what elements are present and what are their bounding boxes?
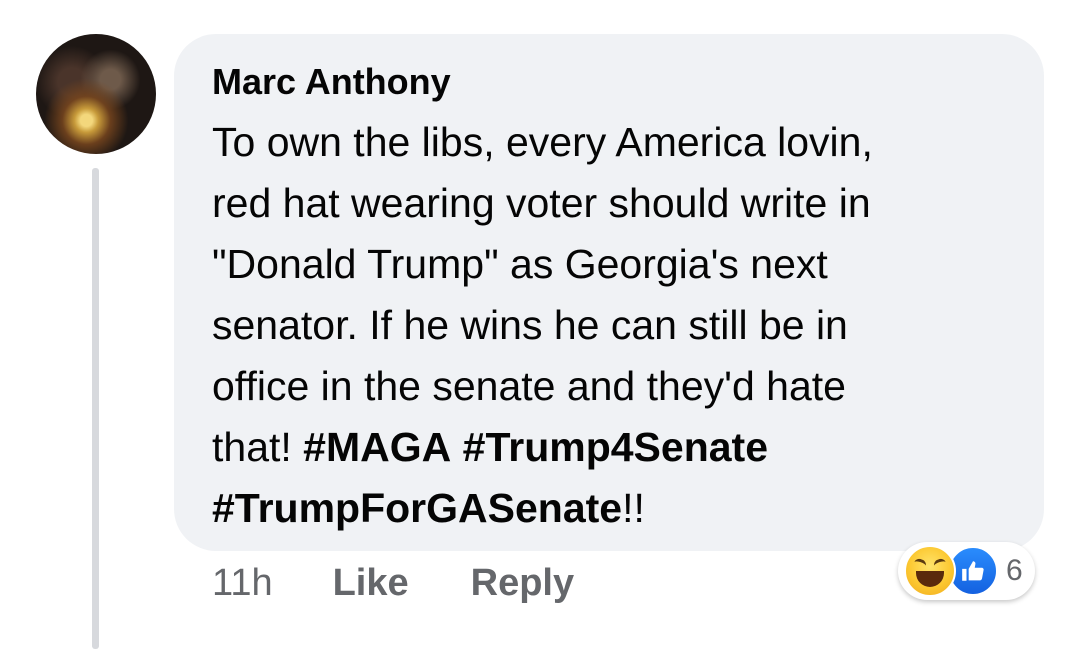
- comment-actions: 11h Like Reply: [212, 558, 574, 608]
- comment-text-line: senator. If he wins he can still be in: [212, 302, 848, 348]
- comment-text-line: #TrumpForGASenate!!: [212, 478, 1012, 539]
- thread-line: [92, 168, 99, 649]
- reaction-count: 6: [1006, 554, 1023, 587]
- comment-text-line: office in the senate and they'd hate: [212, 363, 846, 409]
- comment-author[interactable]: Marc Anthony: [212, 60, 1008, 104]
- comment-text: To own the libs, every America lovin, re…: [212, 112, 1012, 539]
- hashtag-link[interactable]: #Trump4Senate: [463, 424, 768, 470]
- reaction-summary[interactable]: 6: [898, 542, 1035, 600]
- comment-text-line: red hat wearing voter should write in: [212, 180, 871, 226]
- comment-text-line: that! #MAGA #Trump4Senate: [212, 417, 1012, 478]
- hashtag-link[interactable]: #TrumpForGASenate: [212, 485, 622, 531]
- comment-text-fragment: !!: [622, 485, 645, 531]
- reply-button[interactable]: Reply: [471, 562, 574, 605]
- timestamp[interactable]: 11h: [212, 562, 273, 605]
- avatar[interactable]: [36, 34, 156, 154]
- comment-bubble: Marc Anthony To own the libs, every Amer…: [174, 34, 1044, 551]
- haha-icon: [904, 545, 956, 597]
- comment-text-fragment: that!: [212, 424, 304, 470]
- comment-text-line: To own the libs, every America lovin,: [212, 119, 873, 165]
- comment-text-line: "Donald Trump" as Georgia's next: [212, 241, 828, 287]
- like-button[interactable]: Like: [333, 562, 409, 605]
- hashtag-link[interactable]: #MAGA: [303, 424, 451, 470]
